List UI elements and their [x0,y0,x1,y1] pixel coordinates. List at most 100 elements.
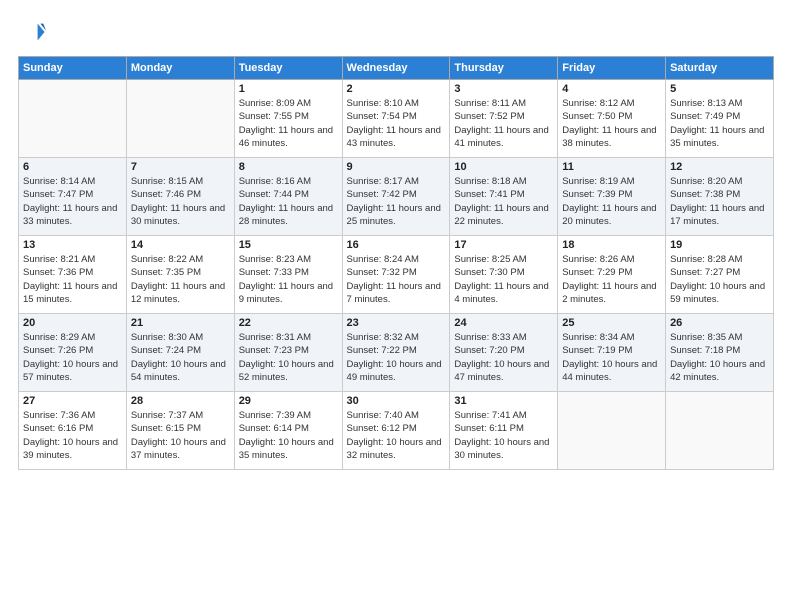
day-number: 22 [239,317,338,329]
calendar-week-3: 13 Sunrise: 8:21 AM Sunset: 7:36 PM Dayli… [19,236,774,314]
day-number: 17 [454,239,553,251]
day-number: 16 [347,239,446,251]
calendar-cell: 23Sunrise: 8:32 AM Sunset: 7:22 PM Dayli… [342,314,450,392]
day-number: 10 [454,161,553,173]
day-number: 30 [347,395,446,407]
day-info: Sunrise: 8:17 AM Sunset: 7:42 PM Dayligh… [347,175,446,228]
calendar-cell: 14 Sunrise: 8:22 AM Sunset: 7:35 PM Dayli… [126,236,234,314]
calendar-cell: 21 Sunrise: 8:30 AM Sunset: 7:24 PM Dayli… [126,314,234,392]
day-info: Sunrise: 8:11 AM Sunset: 7:52 PM Dayligh… [454,97,553,150]
day-number: 8 [239,161,338,173]
calendar-cell: 20 Sunrise: 8:29 AM Sunset: 7:26 PM Dayli… [19,314,127,392]
calendar-cell: 30 Sunrise: 7:40 AM Sunset: 6:12 PM Dayli… [342,392,450,470]
day-info: Sunrise: 7:40 AM Sunset: 6:12 PM Dayligh… [347,409,446,462]
day-info: Sunrise: 8:18 AM Sunset: 7:41 PM Dayligh… [454,175,553,228]
weekday-header-saturday: Saturday [666,57,774,80]
calendar-body: 1Sunrise: 8:09 AM Sunset: 7:55 PM Daylig… [19,80,774,470]
header [18,18,774,46]
day-number: 29 [239,395,338,407]
calendar-cell [19,80,127,158]
calendar-week-5: 27 Sunrise: 7:36 AM Sunset: 6:16 PM Dayli… [19,392,774,470]
day-number: 14 [131,239,230,251]
day-number: 6 [23,161,122,173]
day-info: Sunrise: 8:20 AM Sunset: 7:38 PM Dayligh… [670,175,769,228]
calendar-cell: 1Sunrise: 8:09 AM Sunset: 7:55 PM Daylig… [234,80,342,158]
day-info: Sunrise: 8:22 AM Sunset: 7:35 PM Dayligh… [131,253,230,306]
calendar-cell [126,80,234,158]
day-info: Sunrise: 7:36 AM Sunset: 6:16 PM Dayligh… [23,409,122,462]
weekday-header-thursday: Thursday [450,57,558,80]
day-number: 21 [131,317,230,329]
weekday-header-wednesday: Wednesday [342,57,450,80]
calendar-cell: 11 Sunrise: 8:19 AM Sunset: 7:39 PM Dayli… [558,158,666,236]
day-info: Sunrise: 7:41 AM Sunset: 6:11 PM Dayligh… [454,409,553,462]
calendar-week-4: 20 Sunrise: 8:29 AM Sunset: 7:26 PM Dayli… [19,314,774,392]
day-info: Sunrise: 8:29 AM Sunset: 7:26 PM Dayligh… [23,331,122,384]
day-number: 12 [670,161,769,173]
calendar-cell: 18 Sunrise: 8:26 AM Sunset: 7:29 PM Dayli… [558,236,666,314]
day-info: Sunrise: 8:28 AM Sunset: 7:27 PM Dayligh… [670,253,769,306]
day-number: 9 [347,161,446,173]
calendar-cell: 22Sunrise: 8:31 AM Sunset: 7:23 PM Dayli… [234,314,342,392]
logo-icon [18,18,46,46]
day-info: Sunrise: 8:35 AM Sunset: 7:18 PM Dayligh… [670,331,769,384]
logo [18,18,50,46]
day-info: Sunrise: 8:19 AM Sunset: 7:39 PM Dayligh… [562,175,661,228]
day-number: 28 [131,395,230,407]
day-info: Sunrise: 8:33 AM Sunset: 7:20 PM Dayligh… [454,331,553,384]
day-number: 11 [562,161,661,173]
day-info: Sunrise: 8:10 AM Sunset: 7:54 PM Dayligh… [347,97,446,150]
calendar-table: SundayMondayTuesdayWednesdayThursdayFrid… [18,56,774,470]
calendar-cell: 9 Sunrise: 8:17 AM Sunset: 7:42 PM Daylig… [342,158,450,236]
day-number: 20 [23,317,122,329]
day-number: 25 [562,317,661,329]
calendar-cell [666,392,774,470]
calendar-cell: 31 Sunrise: 7:41 AM Sunset: 6:11 PM Dayli… [450,392,558,470]
day-info: Sunrise: 8:12 AM Sunset: 7:50 PM Dayligh… [562,97,661,150]
calendar-cell: 27 Sunrise: 7:36 AM Sunset: 6:16 PM Dayli… [19,392,127,470]
weekday-header-sunday: Sunday [19,57,127,80]
day-number: 15 [239,239,338,251]
calendar-cell: 12 Sunrise: 8:20 AM Sunset: 7:38 PM Dayli… [666,158,774,236]
day-info: Sunrise: 8:16 AM Sunset: 7:44 PM Dayligh… [239,175,338,228]
calendar-cell: 16 Sunrise: 8:24 AM Sunset: 7:32 PM Dayli… [342,236,450,314]
calendar-cell: 29Sunrise: 7:39 AM Sunset: 6:14 PM Dayli… [234,392,342,470]
calendar-cell: 28Sunrise: 7:37 AM Sunset: 6:15 PM Dayli… [126,392,234,470]
calendar-cell: 24 Sunrise: 8:33 AM Sunset: 7:20 PM Dayli… [450,314,558,392]
calendar-cell: 2 Sunrise: 8:10 AM Sunset: 7:54 PM Daylig… [342,80,450,158]
day-number: 26 [670,317,769,329]
day-number: 4 [562,83,661,95]
weekday-header-friday: Friday [558,57,666,80]
calendar-week-2: 6Sunrise: 8:14 AM Sunset: 7:47 PM Daylig… [19,158,774,236]
day-number: 13 [23,239,122,251]
day-number: 24 [454,317,553,329]
day-info: Sunrise: 8:34 AM Sunset: 7:19 PM Dayligh… [562,331,661,384]
day-info: Sunrise: 8:21 AM Sunset: 7:36 PM Dayligh… [23,253,122,306]
calendar-cell: 17 Sunrise: 8:25 AM Sunset: 7:30 PM Dayli… [450,236,558,314]
day-number: 18 [562,239,661,251]
weekday-header-tuesday: Tuesday [234,57,342,80]
day-number: 27 [23,395,122,407]
day-info: Sunrise: 8:13 AM Sunset: 7:49 PM Dayligh… [670,97,769,150]
day-number: 31 [454,395,553,407]
calendar-cell: 7Sunrise: 8:15 AM Sunset: 7:46 PM Daylig… [126,158,234,236]
day-number: 2 [347,83,446,95]
calendar-cell: 26 Sunrise: 8:35 AM Sunset: 7:18 PM Dayli… [666,314,774,392]
calendar-cell: 3Sunrise: 8:11 AM Sunset: 7:52 PM Daylig… [450,80,558,158]
day-info: Sunrise: 8:26 AM Sunset: 7:29 PM Dayligh… [562,253,661,306]
calendar-cell: 5 Sunrise: 8:13 AM Sunset: 7:49 PM Daylig… [666,80,774,158]
day-info: Sunrise: 8:09 AM Sunset: 7:55 PM Dayligh… [239,97,338,150]
day-info: Sunrise: 8:25 AM Sunset: 7:30 PM Dayligh… [454,253,553,306]
calendar-cell: 15Sunrise: 8:23 AM Sunset: 7:33 PM Dayli… [234,236,342,314]
day-number: 23 [347,317,446,329]
calendar-cell: 8 Sunrise: 8:16 AM Sunset: 7:44 PM Daylig… [234,158,342,236]
day-info: Sunrise: 8:24 AM Sunset: 7:32 PM Dayligh… [347,253,446,306]
day-number: 19 [670,239,769,251]
calendar-cell: 10 Sunrise: 8:18 AM Sunset: 7:41 PM Dayli… [450,158,558,236]
calendar-cell: 13 Sunrise: 8:21 AM Sunset: 7:36 PM Dayli… [19,236,127,314]
calendar-cell: 6Sunrise: 8:14 AM Sunset: 7:47 PM Daylig… [19,158,127,236]
calendar-cell: 25 Sunrise: 8:34 AM Sunset: 7:19 PM Dayli… [558,314,666,392]
day-number: 5 [670,83,769,95]
calendar-cell: 4 Sunrise: 8:12 AM Sunset: 7:50 PM Daylig… [558,80,666,158]
day-info: Sunrise: 8:30 AM Sunset: 7:24 PM Dayligh… [131,331,230,384]
